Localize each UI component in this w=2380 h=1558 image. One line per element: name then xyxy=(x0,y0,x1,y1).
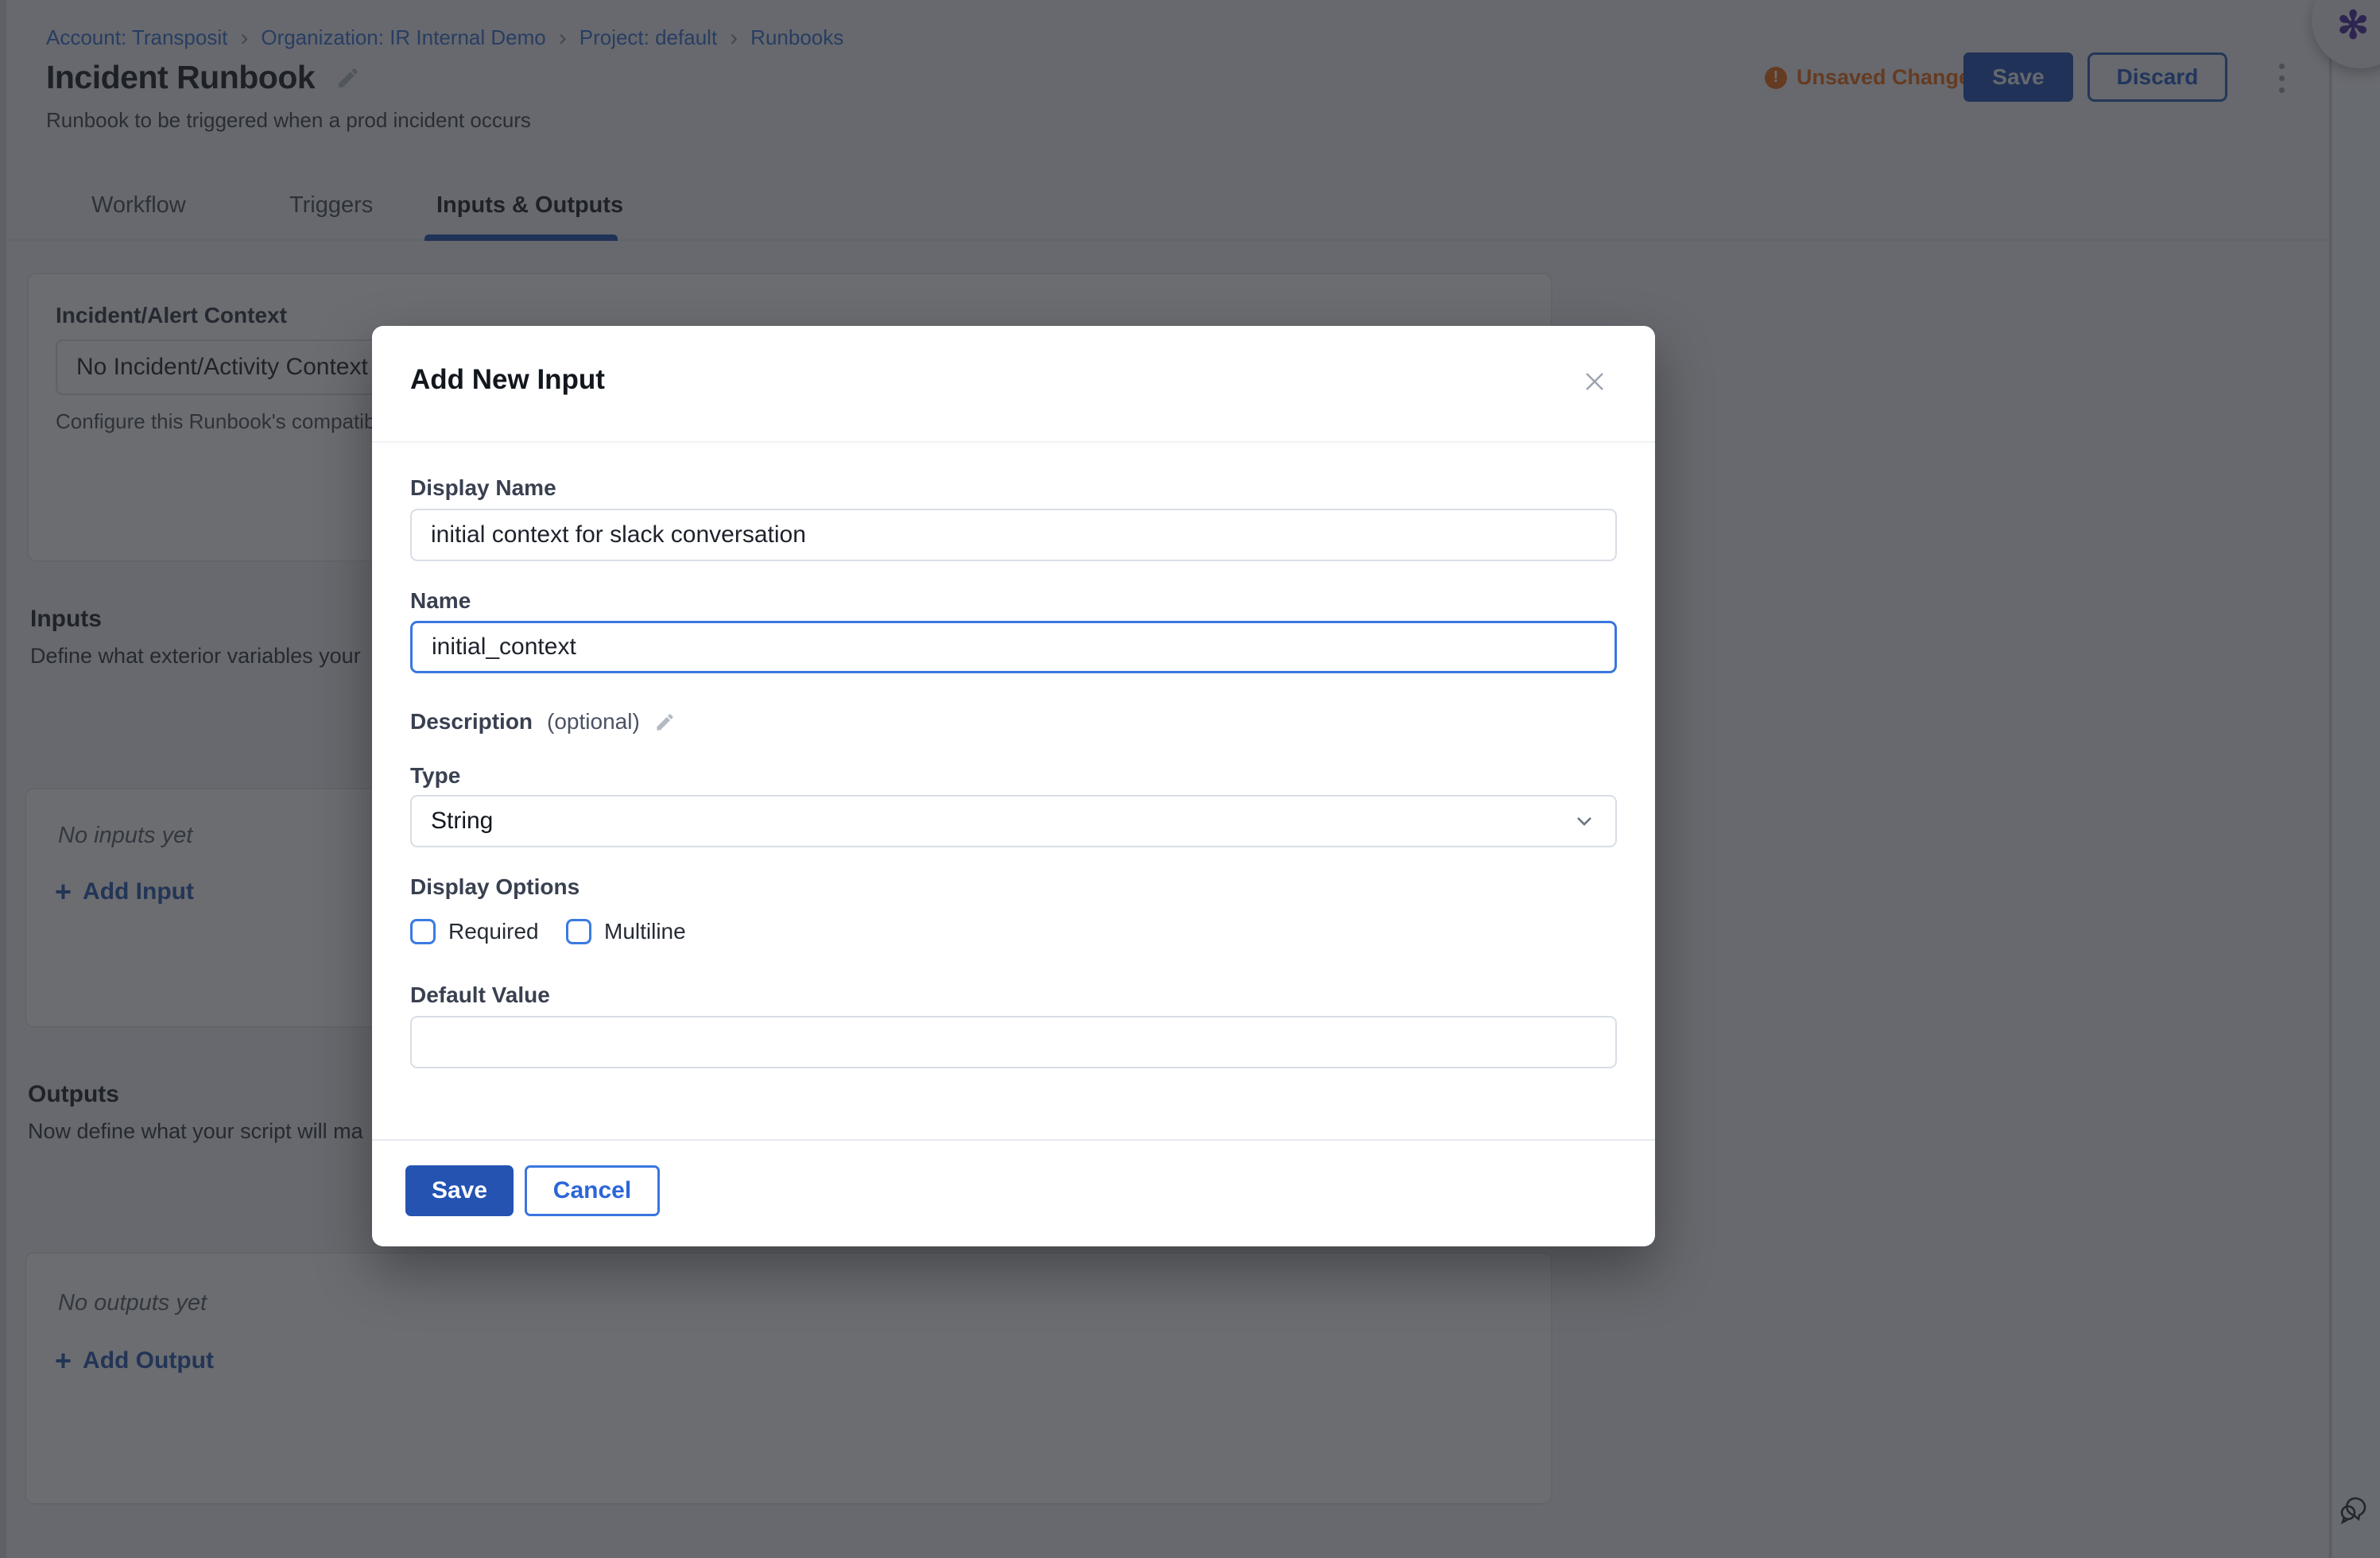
modal-footer-divider xyxy=(372,1139,1655,1141)
chevron-down-icon xyxy=(1576,816,1593,827)
description-optional-text: (optional) xyxy=(547,709,640,734)
display-options-label: Display Options xyxy=(410,874,579,900)
description-label-text: Description xyxy=(410,709,533,734)
multiline-checkbox-label: Multiline xyxy=(604,919,686,944)
modal-title: Add New Input xyxy=(410,364,605,396)
multiline-checkbox[interactable] xyxy=(566,919,591,944)
modal-save-button[interactable]: Save xyxy=(405,1165,514,1216)
description-label: Description (optional) xyxy=(410,709,676,734)
type-select-value: String xyxy=(431,808,493,835)
type-label: Type xyxy=(410,763,460,789)
name-field[interactable] xyxy=(410,621,1617,673)
modal-cancel-button[interactable]: Cancel xyxy=(525,1165,660,1216)
screen: Account: Transposit › Organization: IR I… xyxy=(0,0,2380,1558)
required-checkbox-label: Required xyxy=(448,919,539,944)
add-new-input-modal: Add New Input Display Name Name Descript… xyxy=(372,326,1655,1246)
display-name-label: Display Name xyxy=(410,475,556,501)
default-value-field[interactable] xyxy=(410,1016,1617,1068)
name-label: Name xyxy=(410,588,471,614)
required-checkbox[interactable] xyxy=(410,919,436,944)
default-value-label: Default Value xyxy=(410,982,550,1008)
display-name-field[interactable] xyxy=(410,509,1617,561)
edit-description-pencil-icon[interactable] xyxy=(654,711,676,733)
modal-header-divider xyxy=(372,441,1655,443)
close-icon[interactable] xyxy=(1577,364,1612,399)
type-select[interactable]: String xyxy=(410,795,1617,847)
